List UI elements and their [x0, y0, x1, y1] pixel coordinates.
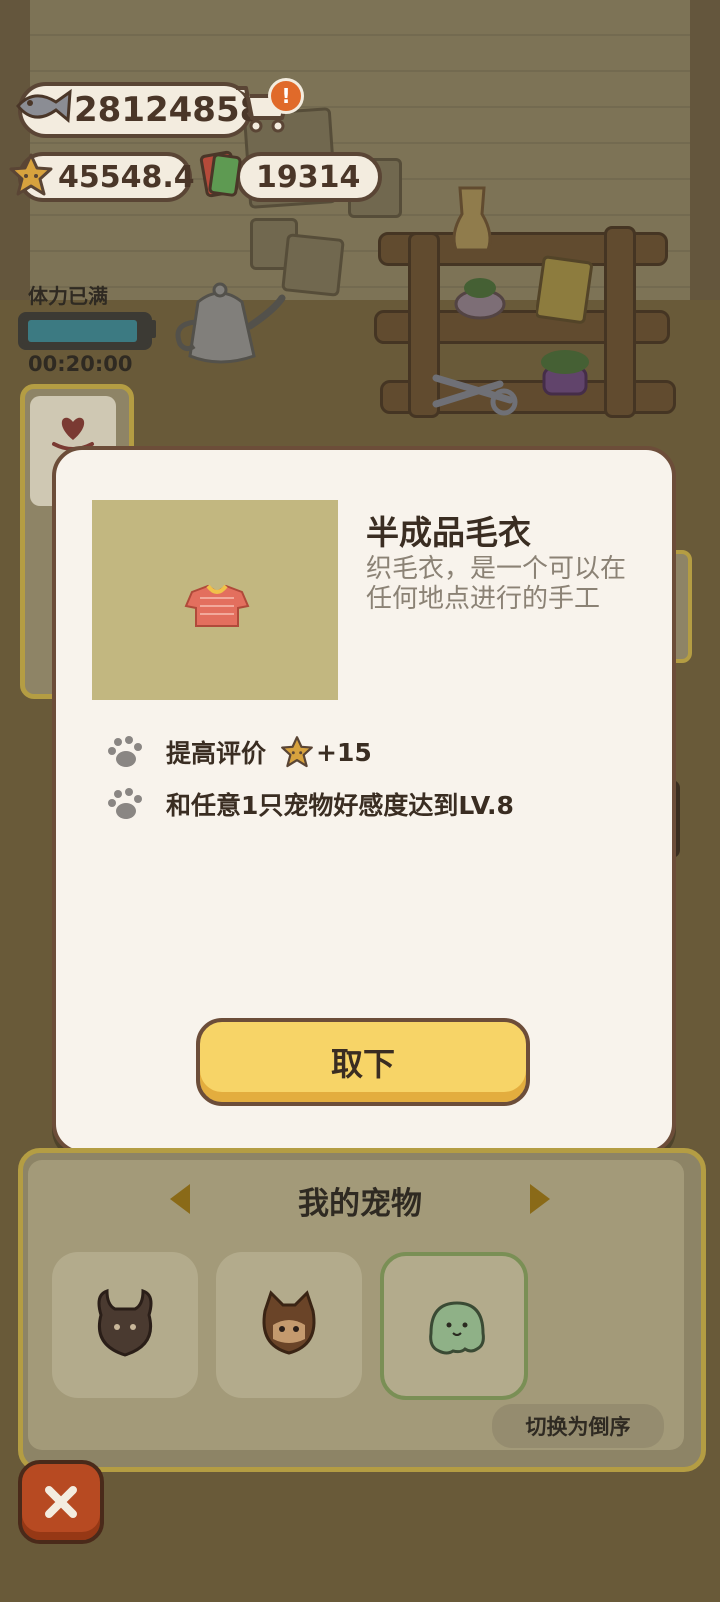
item-description: 织毛衣，是一个可以在任何地点进行的手工	[366, 554, 627, 614]
paw-icon	[108, 788, 142, 819]
reverse-order-button[interactable]: 切换为倒序	[492, 1404, 664, 1448]
requirement-row-affection: 和任意1只宠物好感度达到LV.8	[104, 786, 514, 822]
dark-brown-pet-icon	[97, 1288, 153, 1357]
stamina-bar	[18, 312, 152, 350]
green-blob-pet-icon	[429, 1301, 485, 1355]
take-off-button[interactable]: 取下	[196, 1018, 530, 1106]
ticket-icon	[199, 150, 242, 198]
star-icon	[9, 153, 53, 196]
stamina-bar-cap	[148, 320, 156, 338]
star-icon	[281, 736, 313, 768]
rating-value: 45548.4	[58, 159, 195, 195]
requirement-row-rating: 提高评价 +15	[104, 734, 372, 770]
close-button[interactable]	[18, 1460, 104, 1544]
requirement-text: 提高评价	[166, 739, 267, 768]
requirement-text: 和任意1只宠物好感度达到LV.8	[166, 791, 514, 820]
stamina-status-label: 体力已满	[28, 284, 108, 308]
paw-icon	[108, 736, 142, 767]
pet-slot-1[interactable]	[52, 1252, 198, 1398]
pet-slot-2[interactable]	[216, 1252, 362, 1398]
item-title: 半成品毛衣	[366, 513, 531, 552]
stamina-bar-fill	[28, 320, 137, 342]
sweater-icon	[184, 584, 250, 627]
ticket-display: 19314	[236, 152, 382, 202]
close-icon	[45, 1486, 77, 1518]
pets-panel-title: 我的宠物	[298, 1186, 422, 1222]
pet-slot-3-selected[interactable]	[380, 1252, 528, 1400]
fish-icon	[16, 88, 72, 124]
ticket-count: 19314	[256, 159, 361, 195]
rating-bonus: +15	[316, 737, 372, 767]
shop-alert-badge: !	[268, 78, 304, 114]
next-page-arrow-icon[interactable]	[530, 1184, 550, 1214]
brown-cat-pet-icon	[262, 1290, 316, 1355]
stamina-timer: 00:20:00	[28, 352, 133, 376]
